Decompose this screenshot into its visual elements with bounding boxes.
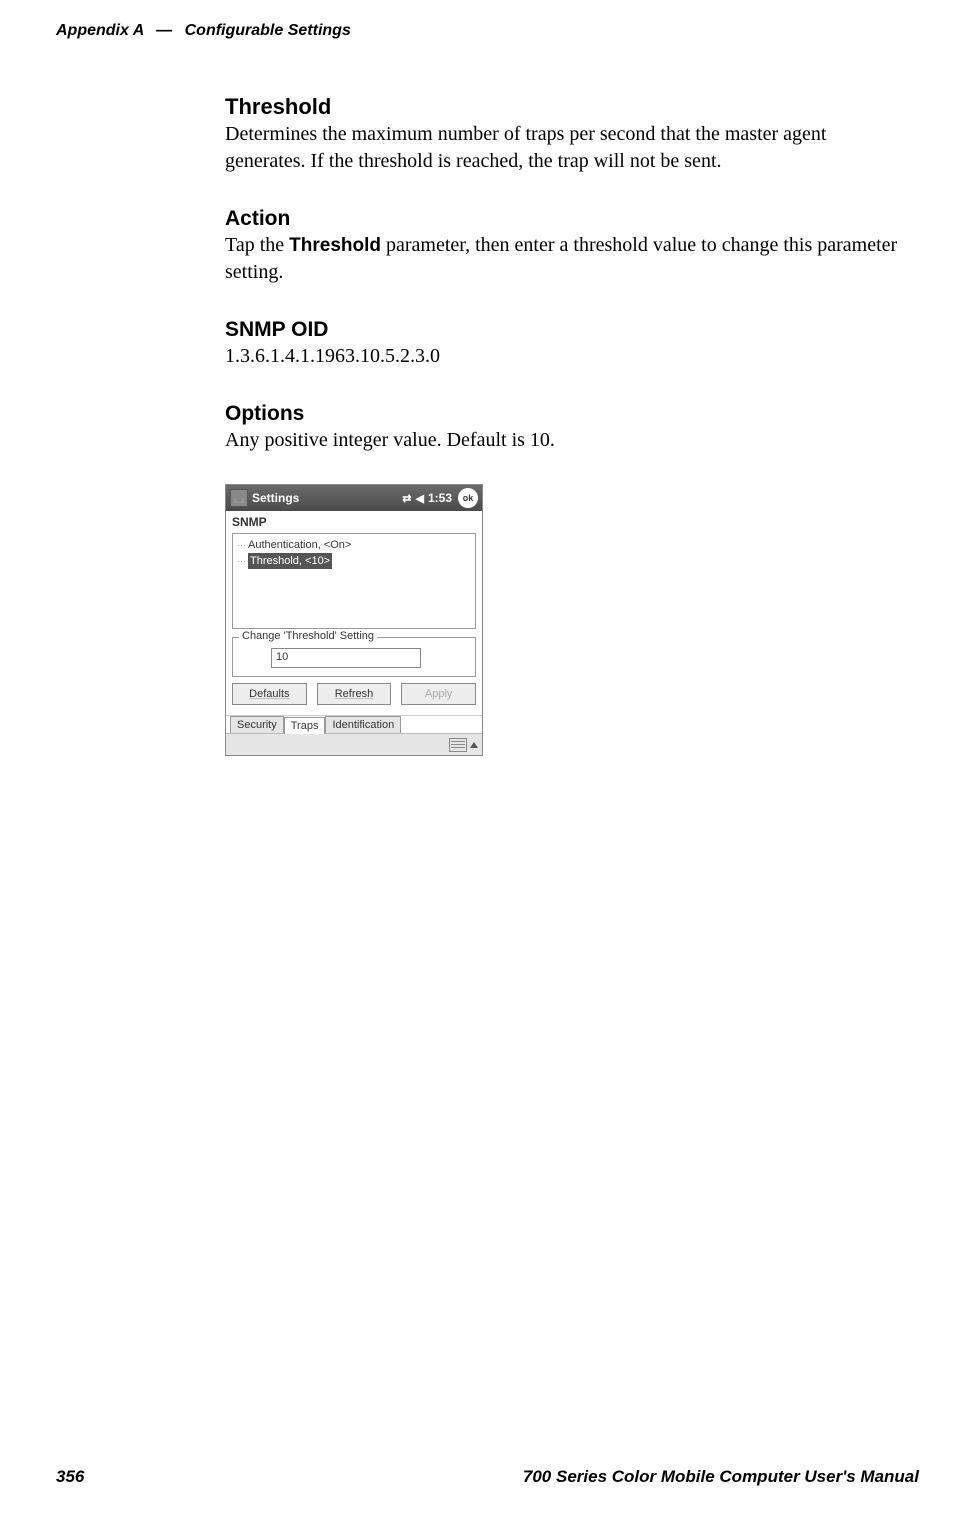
sip-arrow-icon[interactable]: [470, 742, 478, 748]
tree-item-authentication[interactable]: ⋯ Authentication, <On>: [237, 537, 471, 553]
connectivity-icon[interactable]: ⇄: [402, 492, 411, 505]
tab-identification[interactable]: Identification: [325, 716, 401, 733]
threshold-title: Threshold: [225, 94, 905, 120]
sip-bar: [226, 733, 482, 755]
header-title: Configurable Settings: [185, 22, 351, 39]
tree-item-label: Authentication, <On>: [248, 537, 351, 553]
tab-traps[interactable]: Traps: [284, 717, 326, 734]
threshold-body: Determines the maximum number of traps p…: [225, 121, 905, 175]
header-separator: —: [156, 22, 172, 39]
device-screenshot: Settings ⇄ ◀ 1:53 ok SNMP ⋯ Authenticati…: [225, 484, 483, 756]
keyboard-icon[interactable]: [449, 738, 467, 752]
group-label: Change 'Threshold' Setting: [239, 630, 377, 642]
header-appendix: Appendix A: [56, 22, 144, 39]
window-title: Settings: [252, 491, 299, 505]
apply-button: Apply: [401, 683, 476, 705]
page-footer: 356 700 Series Color Mobile Computer Use…: [56, 1467, 919, 1487]
tree-item-threshold[interactable]: ⋯ Threshold, <10>: [237, 553, 471, 569]
tree-view[interactable]: ⋯ Authentication, <On> ⋯ Threshold, <10>: [232, 533, 476, 629]
app-title: SNMP: [226, 511, 482, 531]
tree-item-label: Threshold, <10>: [248, 553, 332, 569]
ok-button[interactable]: ok: [458, 488, 478, 508]
defaults-button[interactable]: Defaults: [232, 683, 307, 705]
clock-text: 1:53: [428, 491, 452, 505]
action-body: Tap the Threshold parameter, then enter …: [225, 232, 905, 286]
change-threshold-group: Change 'Threshold' Setting 10: [232, 637, 476, 677]
options-title: Options: [225, 402, 905, 426]
page-header: Appendix A — Configurable Settings: [56, 22, 351, 40]
action-pre: Tap the: [225, 234, 289, 256]
options-body: Any positive integer value. Default is 1…: [225, 427, 905, 454]
tab-security[interactable]: Security: [230, 716, 284, 733]
page-number: 356: [56, 1467, 84, 1487]
snmp-oid-title: SNMP OID: [225, 318, 905, 342]
snmp-oid-value: 1.3.6.1.4.1.1963.10.5.2.3.0: [225, 343, 905, 370]
threshold-input[interactable]: 10: [271, 648, 421, 668]
tab-strip: Security Traps Identification: [226, 715, 482, 733]
content-area: Threshold Determines the maximum number …: [225, 80, 905, 756]
refresh-button[interactable]: Refresh: [317, 683, 392, 705]
window-titlebar: Settings ⇄ ◀ 1:53 ok: [226, 485, 482, 511]
action-title: Action: [225, 207, 905, 231]
start-icon[interactable]: [230, 489, 248, 507]
manual-title: 700 Series Color Mobile Computer User's …: [523, 1467, 919, 1487]
speaker-icon[interactable]: ◀: [416, 492, 424, 505]
action-bold: Threshold: [289, 235, 381, 256]
